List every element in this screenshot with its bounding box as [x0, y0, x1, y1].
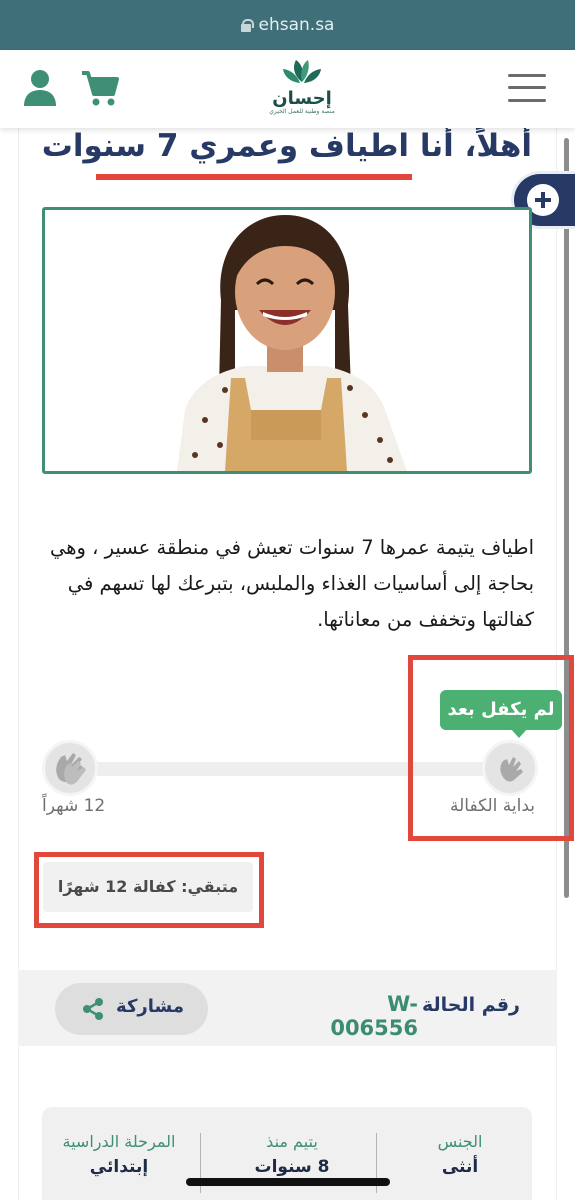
- share-icon: [83, 998, 103, 1020]
- progress-end-knob: [42, 740, 98, 796]
- education-info: المرحلة الدراسية إبتدائي: [44, 1132, 194, 1177]
- logo-leaves-icon: [283, 60, 321, 83]
- case-number-value: W-006556: [330, 992, 418, 1040]
- logo-subtitle: منصة وطنية للعمل الخيري: [269, 108, 335, 115]
- child-photo: [42, 207, 532, 474]
- home-indicator[interactable]: [186, 1178, 390, 1186]
- orphan-since-label: يتيم منذ: [266, 1132, 318, 1151]
- lock-icon: [240, 19, 254, 32]
- app-header: إحسان منصة وطنية للعمل الخيري: [0, 50, 575, 128]
- gender-info: الجنس أنثى: [400, 1132, 520, 1177]
- gender-value: أنثى: [441, 1157, 479, 1177]
- cart-icon[interactable]: [80, 68, 120, 108]
- title-annotation-underline: [96, 174, 412, 180]
- page-title: أهلاً، أنا اطياف وعمري 7 سنوات: [41, 128, 532, 164]
- education-value: إبتدائي: [89, 1157, 149, 1177]
- hamburger-menu-icon[interactable]: [508, 72, 546, 104]
- child-portrait-illustration: [45, 210, 529, 471]
- orphan-since-value: 8 سنوات: [254, 1157, 330, 1177]
- case-number-label: رقم الحالة: [421, 994, 520, 1016]
- share-button[interactable]: مشاركة: [55, 983, 208, 1035]
- progress-end-label: 12 شهراً: [42, 796, 106, 816]
- logo-text: إحسان: [272, 88, 332, 109]
- annotation-box-remaining: [34, 852, 264, 928]
- ehsan-logo[interactable]: إحسان منصة وطنية للعمل الخيري: [262, 58, 342, 118]
- browser-url-bar[interactable]: ehsan.sa: [0, 0, 575, 50]
- orphan-since-info: يتيم منذ 8 سنوات: [222, 1132, 362, 1177]
- child-description: اطياف يتيمة عمرها 7 سنوات تعيش في منطقة …: [50, 536, 534, 631]
- share-button-label: مشاركة: [116, 996, 184, 1017]
- url-text: ehsan.sa: [258, 15, 335, 35]
- user-icon[interactable]: [22, 68, 58, 108]
- annotation-box-status: [408, 655, 574, 841]
- gender-label: الجنس: [437, 1132, 483, 1151]
- education-label: المرحلة الدراسية: [62, 1132, 176, 1151]
- hands-end-icon: [56, 753, 86, 785]
